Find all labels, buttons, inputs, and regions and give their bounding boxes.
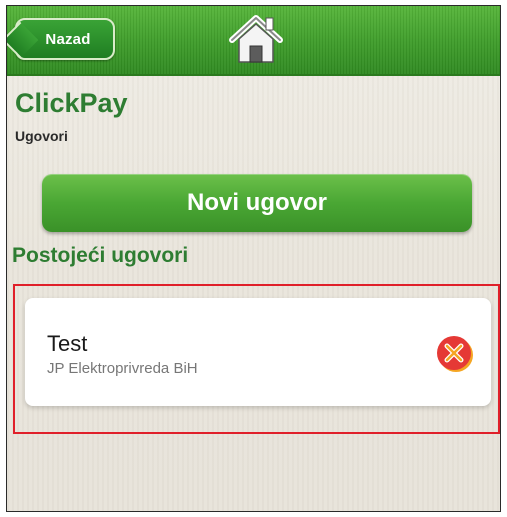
- contract-name: Test: [47, 331, 88, 356]
- app-screen: Nazad ClickPay Ugovori Novi ugovor Posto…: [6, 5, 501, 512]
- contract-provider: JP Elektroprivreda BiH: [47, 360, 198, 377]
- home-icon[interactable]: [228, 12, 284, 68]
- existing-contracts-heading: Postojeći ugovori: [12, 244, 189, 267]
- back-button-label: Nazad: [45, 30, 91, 48]
- app-title: ClickPay: [15, 88, 128, 118]
- page-subtitle: Ugovori: [15, 128, 68, 144]
- new-contract-button[interactable]: Novi ugovor: [42, 174, 472, 232]
- delete-icon[interactable]: [435, 333, 475, 373]
- back-button[interactable]: Nazad: [15, 18, 115, 60]
- top-bar: Nazad: [7, 6, 500, 76]
- contract-card[interactable]: Test JP Elektroprivreda BiH: [25, 298, 491, 406]
